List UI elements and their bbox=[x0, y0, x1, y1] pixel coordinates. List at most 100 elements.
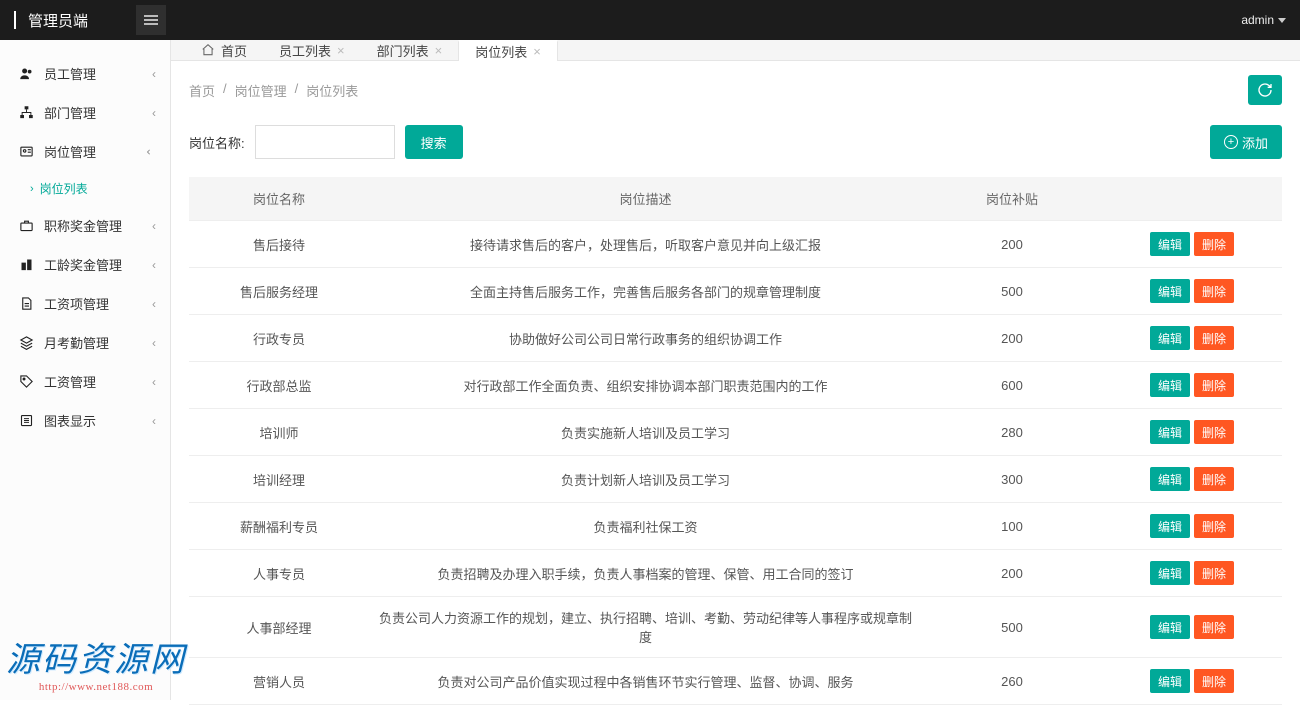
close-icon[interactable]: × bbox=[533, 44, 541, 59]
refresh-button[interactable] bbox=[1248, 75, 1282, 105]
add-button-label: 添加 bbox=[1242, 133, 1268, 152]
sidebar-item-1[interactable]: 部门管理‹ bbox=[0, 93, 170, 132]
file-icon bbox=[18, 296, 34, 311]
edit-button[interactable]: 编辑 bbox=[1150, 561, 1190, 585]
table-row: 薪酬福利专员负责福利社保工资100编辑删除 bbox=[189, 503, 1282, 550]
sidebar-subitem[interactable]: ›岗位列表 bbox=[0, 171, 170, 206]
table-header: 岗位描述 bbox=[369, 177, 922, 221]
table-row: 培训师负责实施新人培训及员工学习280编辑删除 bbox=[189, 409, 1282, 456]
cell-desc: 负责计划新人培训及员工学习 bbox=[369, 456, 922, 503]
sidebar-item-3[interactable]: 职称奖金管理‹ bbox=[0, 206, 170, 245]
delete-button[interactable]: 删除 bbox=[1194, 420, 1234, 444]
cell-desc: 协助做好公司公司日常行政事务的组织协调工作 bbox=[369, 315, 922, 362]
tabs-bar: 首页员工列表× 部门列表 × 岗位列表 × bbox=[171, 40, 1300, 61]
delete-button[interactable]: 删除 bbox=[1194, 514, 1234, 538]
sidebar-item-label: 月考勤管理 bbox=[44, 333, 109, 352]
sidebar-item-4[interactable]: 工龄奖金管理‹ bbox=[0, 245, 170, 284]
sidebar-item-label: 工资管理 bbox=[44, 372, 96, 391]
cell-sub: 260 bbox=[922, 658, 1102, 705]
cell-desc: 负责对公司产品价值实现过程中各销售环节实行管理、监督、协调、服务 bbox=[369, 658, 922, 705]
delete-button[interactable]: 删除 bbox=[1194, 561, 1234, 585]
search-label: 岗位名称: bbox=[189, 133, 245, 152]
sidebar-item-label: 图表显示 bbox=[44, 411, 96, 430]
search-button[interactable]: 搜索 bbox=[405, 125, 463, 159]
chevron-icon: ‹ bbox=[152, 106, 156, 120]
sidebar-item-0[interactable]: 员工管理‹ bbox=[0, 54, 170, 93]
watermark-text: 源码资源网 bbox=[6, 643, 186, 679]
add-button[interactable]: + 添加 bbox=[1210, 125, 1282, 159]
tab-0[interactable]: 首页 bbox=[185, 40, 263, 60]
search-left: 岗位名称: 搜索 bbox=[189, 125, 463, 159]
cell-name: 行政部总监 bbox=[189, 362, 369, 409]
layers-icon bbox=[18, 335, 34, 350]
toggle-sidebar-button[interactable] bbox=[136, 5, 166, 35]
user-menu[interactable]: admin bbox=[1241, 13, 1286, 27]
tab-1[interactable]: 员工列表× bbox=[263, 40, 361, 60]
cell-desc: 接待请求售后的客户，处理售后，听取客户意见并向上级汇报 bbox=[369, 221, 922, 268]
edit-button[interactable]: 编辑 bbox=[1150, 373, 1190, 397]
breadcrumb-part[interactable]: 岗位管理 bbox=[235, 81, 287, 100]
id-card-icon bbox=[18, 144, 34, 159]
table-header: 岗位名称 bbox=[189, 177, 369, 221]
cell-actions: 编辑删除 bbox=[1102, 456, 1282, 503]
tab-2[interactable]: 部门列表 × bbox=[361, 40, 459, 60]
tag-icon bbox=[18, 374, 34, 389]
chevron-icon: ‹ bbox=[152, 258, 156, 272]
edit-button[interactable]: 编辑 bbox=[1150, 467, 1190, 491]
table-row: 售后接待接待请求售后的客户，处理售后，听取客户意见并向上级汇报200 编辑删除 bbox=[189, 221, 1282, 268]
topbar: 管理员端 admin bbox=[0, 0, 1300, 40]
breadcrumb-part[interactable]: 首页 bbox=[189, 81, 215, 100]
chevron-icon: ‹ bbox=[152, 336, 156, 350]
watermark: 源码资源网 http://www.net188.com bbox=[6, 643, 186, 694]
cell-sub: 200 bbox=[922, 221, 1102, 268]
table-row: 行政专员协助做好公司公司日常行政事务的组织协调工作200编辑删除 bbox=[189, 315, 1282, 362]
building-icon bbox=[18, 257, 34, 272]
edit-button[interactable]: 编辑 bbox=[1150, 669, 1190, 693]
cell-name: 薪酬福利专员 bbox=[189, 503, 369, 550]
edit-button[interactable]: 编辑 bbox=[1150, 420, 1190, 444]
sidebar-item-8[interactable]: 图表显示‹ bbox=[0, 401, 170, 440]
tab-label: 首页 bbox=[221, 41, 247, 60]
search-input[interactable] bbox=[255, 125, 395, 159]
delete-button[interactable]: 删除 bbox=[1194, 279, 1234, 303]
cell-desc: 负责招聘及办理入职手续，负责人事档案的管理、保管、用工合同的签订 bbox=[369, 550, 922, 597]
home-icon bbox=[201, 43, 215, 57]
close-icon[interactable]: × bbox=[337, 43, 345, 58]
edit-button[interactable]: 编辑 bbox=[1150, 615, 1190, 639]
cell-actions: 编辑删除 bbox=[1102, 597, 1282, 658]
delete-button[interactable]: 删除 bbox=[1194, 467, 1234, 491]
delete-button[interactable]: 删除 bbox=[1194, 232, 1234, 256]
cell-actions: 编辑删除 bbox=[1102, 550, 1282, 597]
delete-button[interactable]: 删除 bbox=[1194, 615, 1234, 639]
cell-name: 营销人员 bbox=[189, 658, 369, 705]
sidebar-item-5[interactable]: 工资项管理‹ bbox=[0, 284, 170, 323]
delete-button[interactable]: 删除 bbox=[1194, 326, 1234, 350]
edit-button[interactable]: 编辑 bbox=[1150, 514, 1190, 538]
sidebar-item-6[interactable]: 月考勤管理 ‹ bbox=[0, 323, 170, 362]
list-icon bbox=[18, 413, 34, 428]
tab-3[interactable]: 岗位列表 × bbox=[458, 40, 558, 61]
table-row: 售后服务经理全面主持售后服务工作，完善售后服务各部门的规章管理制度500编辑删除 bbox=[189, 268, 1282, 315]
delete-button[interactable]: 删除 bbox=[1194, 373, 1234, 397]
sidebar-item-7[interactable]: 工资管理‹ bbox=[0, 362, 170, 401]
cell-desc: 全面主持售后服务工作，完善售后服务各部门的规章管理制度 bbox=[369, 268, 922, 315]
edit-button[interactable]: 编辑 bbox=[1150, 326, 1190, 350]
close-icon[interactable]: × bbox=[435, 43, 443, 58]
sidebar-item-label: 职称奖金管理 bbox=[44, 216, 122, 235]
cell-name: 培训经理 bbox=[189, 456, 369, 503]
tab-label: 部门列表 bbox=[377, 41, 429, 60]
topbar-left: 管理员端 bbox=[14, 5, 166, 35]
sidebar-item-2[interactable]: 岗位管理⌄ bbox=[0, 132, 170, 171]
edit-button[interactable]: 编辑 bbox=[1150, 232, 1190, 256]
cell-name: 售后接待 bbox=[189, 221, 369, 268]
tab-label: 岗位列表 bbox=[475, 42, 527, 61]
cell-name: 人事专员 bbox=[189, 550, 369, 597]
breadcrumb-sep: / bbox=[295, 81, 299, 100]
delete-button[interactable]: 删除 bbox=[1194, 669, 1234, 693]
cell-actions: 编辑删除 bbox=[1102, 409, 1282, 456]
cell-name: 行政专员 bbox=[189, 315, 369, 362]
edit-button[interactable]: 编辑 bbox=[1150, 279, 1190, 303]
watermark-url: http://www.net188.com bbox=[6, 682, 186, 694]
table-row: 行政部总监对行政部工作全面负责、组织安排协调本部门职责范围内的工作600编辑删除 bbox=[189, 362, 1282, 409]
breadcrumb: 首页/岗位管理/岗位列表 bbox=[189, 81, 358, 100]
